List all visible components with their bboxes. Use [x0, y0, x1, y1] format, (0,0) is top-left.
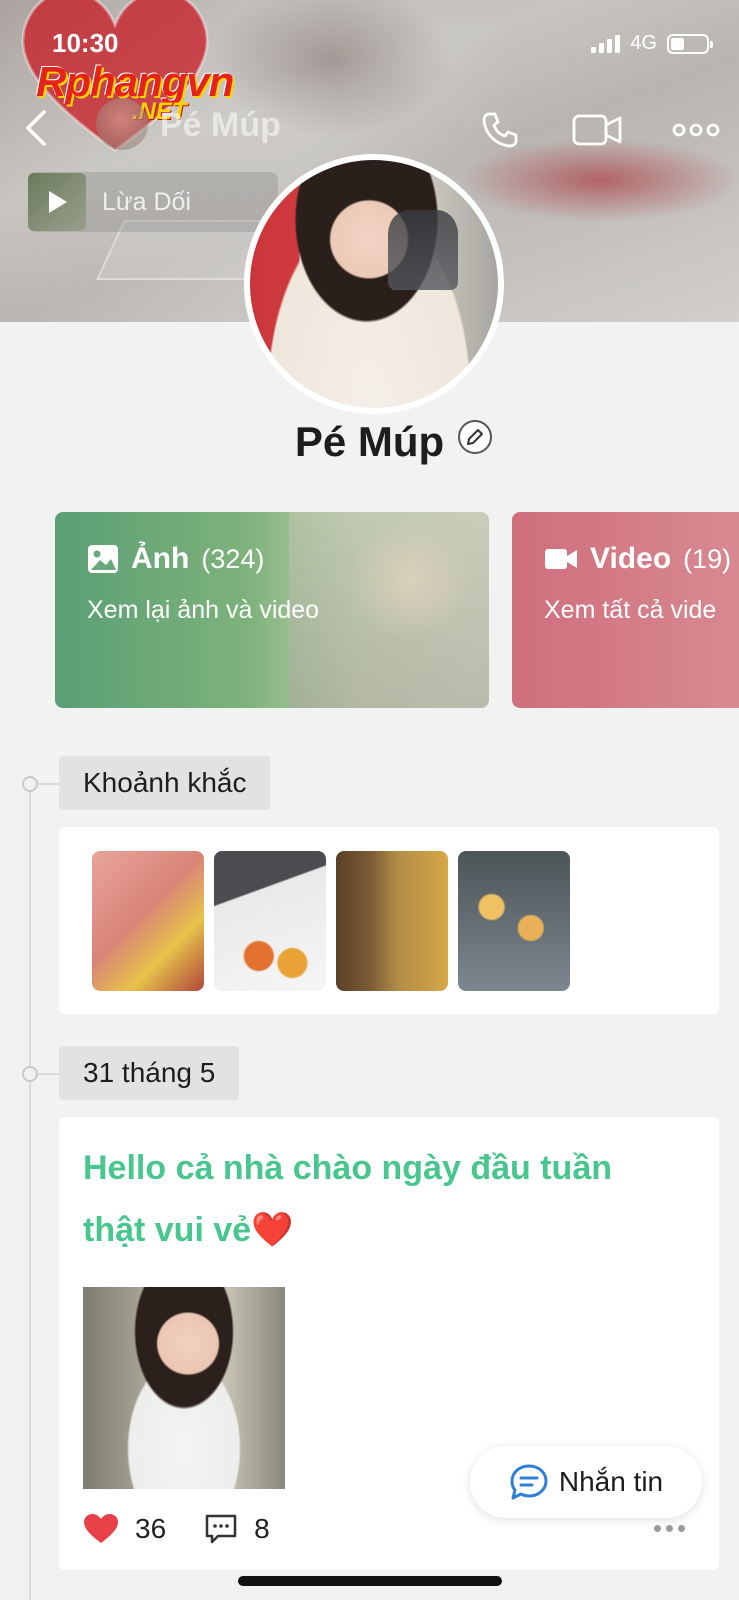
header-name: Pé Múp — [160, 106, 281, 144]
music-thumbnail — [28, 173, 86, 231]
moments-label: Khoảnh khắc — [59, 756, 271, 810]
moments-panel — [59, 827, 719, 1014]
play-icon — [49, 191, 67, 213]
timeline-dot — [22, 1066, 38, 1082]
photos-subtitle: Xem lại ảnh và video — [87, 596, 320, 624]
signal-icon — [591, 34, 621, 53]
video-call-icon[interactable] — [572, 110, 624, 150]
videos-album-card[interactable]: Video (19) Xem tất cả vide — [512, 512, 739, 708]
timeline-connector — [38, 1073, 60, 1075]
video-icon — [545, 549, 577, 569]
home-indicator[interactable] — [238, 1576, 502, 1586]
status-indicators: 4G — [591, 32, 713, 55]
music-title: Lừa Dối — [102, 187, 192, 216]
photos-album-card[interactable]: Ảnh (324) Xem lại ảnh và video — [55, 512, 489, 708]
timeline-dot — [22, 776, 38, 792]
profile-avatar[interactable] — [244, 154, 504, 414]
image-icon — [88, 545, 118, 573]
profile-name-text: Pé Múp — [294, 418, 445, 465]
moment-thumbnail[interactable] — [458, 851, 570, 991]
moment-thumbnail[interactable] — [92, 851, 204, 991]
more-icon[interactable] — [670, 110, 722, 150]
chat-bubble-icon — [510, 1464, 548, 1500]
videos-count: (19) — [683, 543, 732, 574]
comment-count: 8 — [254, 1513, 270, 1544]
photos-count: (324) — [201, 543, 265, 574]
post-more-icon[interactable] — [654, 1525, 685, 1532]
timeline-line — [29, 784, 31, 1600]
comment-button[interactable]: 8 — [204, 1513, 270, 1545]
post-date-label: 31 tháng 5 — [59, 1046, 240, 1100]
message-button-label: Nhắn tin — [558, 1466, 664, 1497]
comment-icon — [205, 1514, 237, 1544]
phone-icon[interactable] — [474, 110, 526, 150]
profile-name: Pé Múp — [0, 418, 739, 466]
profile-music[interactable]: Lừa Dối — [28, 172, 278, 232]
videos-subtitle: Xem tất cả vide — [544, 596, 717, 624]
moment-thumbnail[interactable] — [336, 851, 448, 991]
battery-icon — [667, 33, 713, 54]
heart-icon — [84, 1514, 118, 1543]
like-button[interactable]: 36 — [83, 1513, 166, 1545]
message-button[interactable]: Nhắn tin — [470, 1446, 702, 1518]
edit-name-icon[interactable] — [458, 420, 492, 454]
back-icon[interactable] — [22, 108, 52, 148]
status-time: 10:30 — [52, 28, 119, 58]
network-type: 4G — [630, 32, 657, 54]
post-text: Hello cả nhà chào ngày đầu tuần thật vui… — [83, 1149, 612, 1249]
videos-title: Video — [590, 542, 672, 575]
post-image[interactable] — [83, 1287, 285, 1489]
like-count: 36 — [135, 1513, 167, 1544]
avatar-background-figures — [388, 210, 458, 290]
header-avatar — [96, 98, 148, 150]
timeline-connector — [38, 783, 60, 785]
moment-thumbnail[interactable] — [214, 851, 326, 991]
photos-title: Ảnh — [131, 542, 190, 575]
post-actions: 36 8 — [83, 1513, 308, 1545]
